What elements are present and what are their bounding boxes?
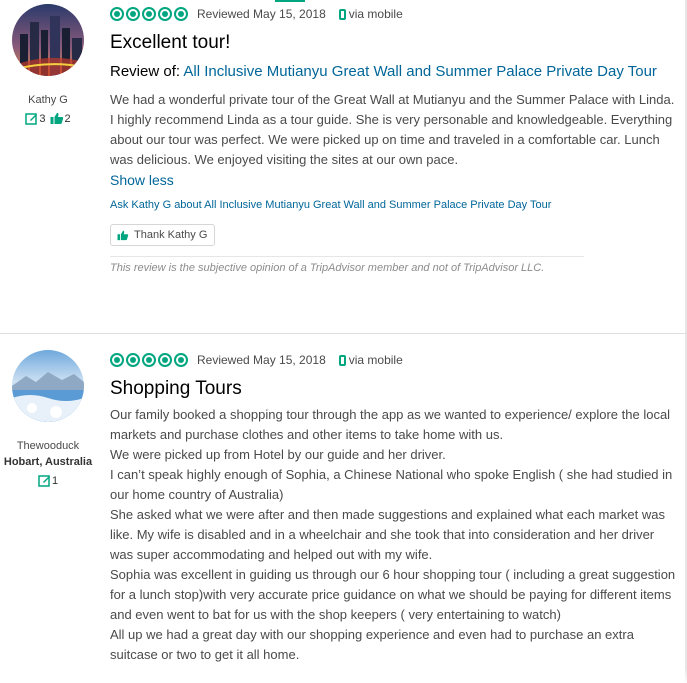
- review-paragraph: Sophia was excellent in guiding us throu…: [110, 567, 676, 622]
- thank-button-label: Thank Kathy G: [134, 229, 208, 241]
- review-count[interactable]: 1: [38, 474, 58, 487]
- rating-bubble-icon: [142, 7, 156, 21]
- rating-bubbles: [110, 7, 188, 21]
- reviewer-info: Thewooduck Hobart, Australia 1: [0, 350, 96, 487]
- thumbs-up-icon: [50, 112, 63, 124]
- reviewer-stats: 1: [0, 474, 96, 487]
- review-paragraph: Our family booked a shopping tour throug…: [110, 407, 671, 442]
- rating-bubble-icon: [174, 353, 188, 367]
- reviewer-location: Hobart, Australia: [3, 456, 93, 468]
- rating-bubble-icon: [110, 353, 124, 367]
- review-date: Reviewed May 15, 2018: [197, 7, 326, 21]
- reviewer-name[interactable]: Thewooduck: [0, 440, 96, 452]
- review-meta: Reviewed May 15, 2018 via mobile: [110, 6, 676, 22]
- review-count[interactable]: 3: [25, 112, 46, 125]
- rating-bubble-icon: [158, 353, 172, 367]
- mobile-phone-icon: [338, 354, 346, 366]
- rating-bubbles: [110, 353, 188, 367]
- review-meta: Reviewed May 15, 2018 via mobile: [110, 352, 676, 368]
- rating-bubble-icon: [142, 353, 156, 367]
- review-of-link[interactable]: All Inclusive Mutianyu Great Wall and Su…: [183, 63, 657, 80]
- review-body: Our family booked a shopping tour throug…: [110, 405, 676, 665]
- review-date: Reviewed May 15, 2018: [197, 353, 326, 367]
- show-less-link[interactable]: Show less: [110, 170, 676, 190]
- rating-bubble-icon: [126, 7, 140, 21]
- review-body: We had a wonderful private tour of the G…: [110, 90, 676, 170]
- review-paragraph: She asked what we were after and then ma…: [110, 507, 666, 562]
- rating-bubble-icon: [174, 7, 188, 21]
- via-mobile: via mobile: [338, 7, 403, 21]
- review-content: Reviewed May 15, 2018 via mobile Excelle…: [110, 6, 676, 274]
- helpful-count[interactable]: 2: [50, 112, 71, 125]
- review-of: Review of: All Inclusive Mutianyu Great …: [110, 63, 676, 80]
- helpful-count-value: 2: [64, 112, 71, 125]
- rating-bubble-icon: [126, 353, 140, 367]
- review-title[interactable]: Shopping Tours: [110, 377, 676, 401]
- ask-reviewer-link[interactable]: Ask Kathy G about All Inclusive Mutianyu…: [110, 198, 676, 212]
- reviewer-avatar[interactable]: [12, 350, 84, 422]
- review-of-label: Review of:: [110, 63, 181, 80]
- thumbs-up-icon: [117, 230, 129, 240]
- via-mobile: via mobile: [338, 353, 403, 367]
- review-content: Reviewed May 15, 2018 via mobile Shoppin…: [110, 352, 676, 665]
- review-paragraph: We had a wonderful private tour of the G…: [110, 92, 675, 167]
- thank-reviewer-button[interactable]: Thank Kathy G: [110, 224, 216, 246]
- mobile-phone-icon: [338, 8, 346, 20]
- review-card: Thewooduck Hobart, Australia 1 Reviewed …: [0, 334, 687, 683]
- review-paragraph: I can’t speak highly enough of Sophia, a…: [110, 467, 673, 502]
- via-mobile-label: via mobile: [348, 353, 403, 367]
- review-title[interactable]: Excellent tour!: [110, 31, 676, 55]
- rating-bubble-icon: [158, 7, 172, 21]
- pencil-icon: [25, 113, 38, 125]
- review-paragraph: We were picked up from Hotel by our guid…: [110, 447, 446, 462]
- reviewer-stats: 3 2: [0, 112, 96, 125]
- rating-bubble-icon: [110, 7, 124, 21]
- review-count-value: 3: [39, 112, 46, 125]
- review-count-value: 1: [51, 474, 59, 487]
- review-disclaimer: This review is the subjective opinion of…: [110, 256, 584, 274]
- pencil-icon: [38, 475, 50, 487]
- reviewer-name[interactable]: Kathy G: [0, 94, 96, 106]
- reviewer-avatar[interactable]: [12, 4, 84, 76]
- bottom-fade: [0, 669, 687, 683]
- via-mobile-label: via mobile: [348, 7, 403, 21]
- review-paragraph: All up we had a great day with our shopp…: [110, 627, 634, 662]
- review-card: Kathy G 3 2 Reviewed May 15, 2018 via mo…: [0, 0, 687, 334]
- reviewer-info: Kathy G 3 2: [0, 4, 96, 125]
